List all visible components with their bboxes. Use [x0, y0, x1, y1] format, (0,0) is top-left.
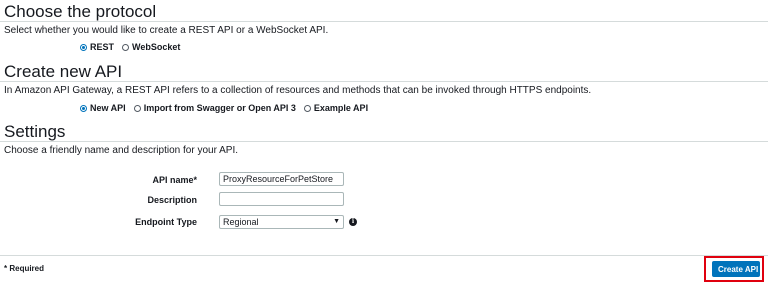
- radio-websocket[interactable]: WebSocket: [122, 42, 180, 52]
- create-api-radio-group: New API Import from Swagger or Open API …: [80, 103, 376, 113]
- radio-rest-indicator[interactable]: [80, 43, 87, 51]
- radio-example-api[interactable]: Example API: [303, 103, 369, 113]
- endpoint-type-value: Regional: [223, 217, 259, 227]
- radio-new-api-indicator[interactable]: [80, 104, 87, 112]
- radio-import-swagger-indicator[interactable]: [133, 104, 141, 112]
- settings-description: Choose a friendly name and description f…: [4, 145, 239, 156]
- radio-import-swagger-label: Import from Swagger or Open API 3: [143, 103, 296, 113]
- settings-divider: [0, 141, 768, 142]
- radio-websocket-label: WebSocket: [132, 42, 181, 52]
- create-api-section-title: Create new API: [4, 62, 123, 81]
- radio-websocket-indicator[interactable]: [122, 43, 130, 51]
- create-api-divider: [0, 81, 768, 82]
- chevron-down-icon: ▼: [333, 218, 340, 225]
- radio-example-api-label: Example API: [313, 103, 369, 113]
- radio-new-api[interactable]: New API: [80, 103, 126, 113]
- info-icon[interactable]: i: [349, 218, 357, 226]
- endpoint-type-label: Endpoint Type: [135, 217, 197, 227]
- radio-rest[interactable]: REST: [80, 42, 114, 52]
- radio-example-api-indicator[interactable]: [303, 104, 311, 112]
- description-input[interactable]: [219, 192, 344, 206]
- protocol-radio-group: REST WebSocket: [80, 42, 188, 52]
- settings-section-title: Settings: [4, 122, 66, 141]
- radio-import-swagger[interactable]: Import from Swagger or Open API 3: [133, 103, 296, 113]
- description-label: Description: [147, 195, 197, 205]
- protocol-description: Select whether you would like to create …: [4, 25, 329, 36]
- api-name-label: API name*: [152, 175, 197, 185]
- footer-divider: [0, 255, 768, 256]
- protocol-section-title: Choose the protocol: [4, 2, 157, 21]
- endpoint-type-select[interactable]: Regional ▼: [219, 215, 344, 229]
- protocol-divider: [0, 21, 768, 22]
- api-name-input[interactable]: [219, 172, 344, 186]
- create-api-button[interactable]: Create API: [712, 261, 760, 277]
- required-note: * Required: [4, 264, 45, 273]
- radio-new-api-label: New API: [90, 103, 126, 113]
- create-api-description: In Amazon API Gateway, a REST API refers…: [4, 85, 592, 96]
- radio-rest-label: REST: [90, 42, 115, 52]
